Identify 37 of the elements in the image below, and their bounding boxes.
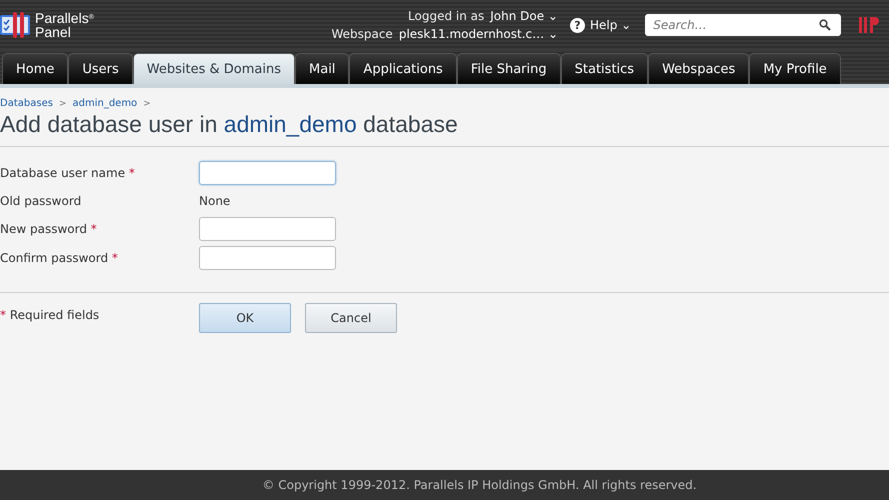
nav-tab[interactable]: Webspaces [648,53,750,84]
nav-tab[interactable]: File Sharing [456,53,561,84]
user-menu[interactable]: John Doe ⌄ [490,9,558,23]
nav-tab[interactable]: Users [68,53,133,84]
webspace-menu[interactable]: plesk11.modernhost.c… ⌄ [398,27,558,41]
webspace-label: Webspace [331,27,393,41]
input-field[interactable] [199,217,336,241]
nav-tab[interactable]: Websites & Domains [132,53,296,84]
copyright-text: © Copyright 1999-2012. Parallels IP Holdings GmbH. All rights reserved. [262,478,697,492]
nav-tab[interactable]: Applications [349,53,457,84]
field-label: Database user name * [0,166,136,180]
input-field[interactable] [199,161,336,185]
breadcrumb-link[interactable]: admin_demo [72,98,138,109]
help-icon[interactable]: ? [570,18,585,32]
field-label: Old password [0,194,82,208]
search-icon[interactable] [819,19,832,31]
field-value: None [199,193,232,210]
nav-tab[interactable]: My Profile [749,53,841,84]
search-field[interactable]: Search… [645,14,842,36]
checklist-logo-icon [0,11,32,39]
breadcrumb-link[interactable]: Databases [0,98,53,109]
field-label: New password * [0,222,98,236]
nav-tab[interactable]: Statistics [560,53,648,84]
brand-name: Parallels$^{®}$ Panel [35,11,94,39]
required-note: * Required fields [0,307,100,324]
breadcrumb-separator: > [58,98,66,108]
ok-button[interactable]: OK [199,303,291,333]
logged-in-label: Logged in as [408,9,484,23]
nav-tab[interactable]: Home [2,53,68,84]
nav-tab[interactable]: Mail [295,53,350,84]
breadcrumb-separator: > [143,98,151,108]
cancel-button[interactable]: Cancel [305,303,397,333]
field-label: Confirm password * [0,251,119,265]
page-title: Add database user in admin_demo database [0,111,459,138]
help-menu[interactable]: Help ⌄ [590,18,632,32]
input-field[interactable] [199,246,336,270]
logo-bars-icon [859,15,880,35]
